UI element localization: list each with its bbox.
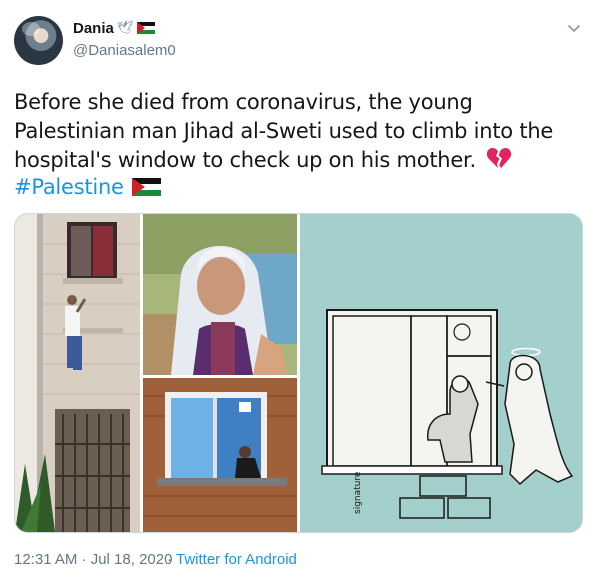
hashtag-line: #Palestine (14, 175, 161, 199)
media-grid: signature (14, 213, 583, 533)
tweet-source-link[interactable]: Twitter for Android (176, 551, 297, 568)
palestine-flag-icon (131, 177, 161, 197)
tweet-text: Before she died from coronavirus, the yo… (14, 88, 589, 175)
avatar[interactable] (14, 16, 63, 65)
photo-man-climbing-wall[interactable] (15, 214, 140, 532)
dove-icon: 🕊 (117, 20, 134, 35)
user-handle[interactable]: @Daniasalem0 (73, 42, 176, 59)
broken-heart-icon (487, 148, 512, 168)
user-display-name[interactable]: Dania (73, 20, 114, 37)
tweet-body: Before she died from coronavirus, the yo… (14, 90, 554, 172)
photo-elderly-mother[interactable] (143, 214, 297, 375)
chevron-down-icon[interactable] (567, 24, 581, 34)
tweet-card: Dania 🕊 @Daniasalem0 Before she died fro… (0, 0, 597, 584)
photo-man-at-hospital-window[interactable] (143, 378, 297, 532)
hashtag-link[interactable]: #Palestine (14, 175, 124, 199)
tweet-timestamp[interactable]: 12:31 AM · Jul 18, 2020 (14, 551, 172, 568)
palestine-flag-icon (136, 22, 155, 34)
name-emojis: 🕊 (117, 19, 155, 37)
cartoon-son-and-angel-mother[interactable]: signature (300, 214, 582, 532)
svg-text:signature: signature (353, 471, 363, 514)
avatar-highlight (22, 22, 40, 36)
footer-separator: · (167, 551, 172, 568)
